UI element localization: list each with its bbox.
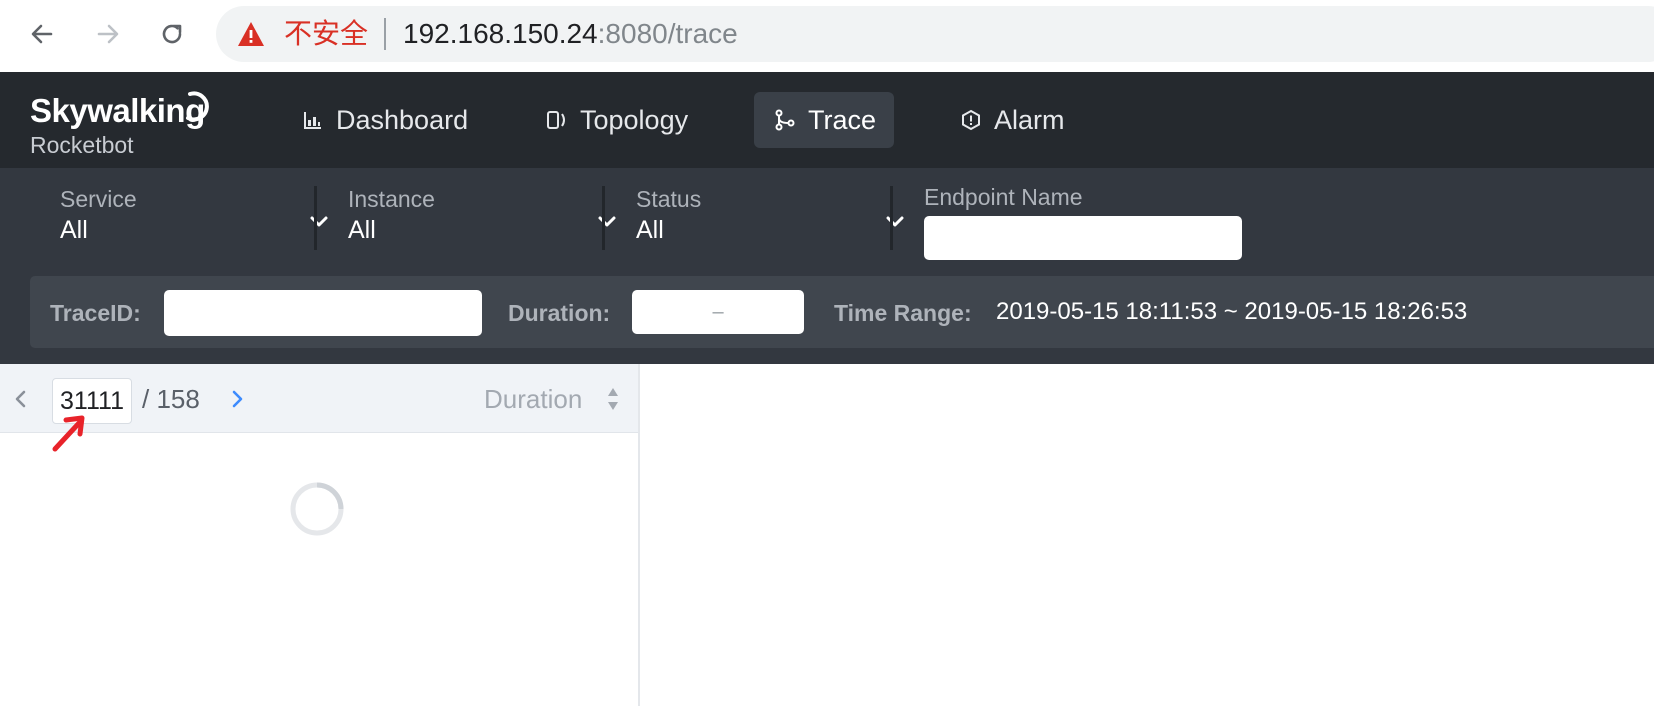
reload-button[interactable] bbox=[152, 14, 192, 54]
trace-icon bbox=[775, 109, 795, 131]
instance-label: Instance bbox=[348, 186, 435, 212]
alarm-icon bbox=[962, 109, 980, 131]
chart-icon bbox=[304, 112, 321, 129]
time-range-label: Time Range: bbox=[834, 300, 972, 326]
nav-dashboard-label: Dashboard bbox=[336, 104, 469, 135]
annotation-arrow-icon bbox=[52, 415, 85, 452]
next-page-icon[interactable] bbox=[228, 388, 246, 410]
filter-divider bbox=[890, 186, 893, 250]
instance-select[interactable]: Instance All bbox=[348, 186, 618, 250]
warning-icon bbox=[238, 22, 264, 46]
reload-icon bbox=[162, 24, 182, 44]
time-range-value[interactable]: 2019-05-15 18:11:53 ~ 2019-05-15 18:26:5… bbox=[996, 298, 1467, 326]
endpoint-name-input[interactable] bbox=[924, 216, 1242, 260]
logo-subtitle: Rocketbot bbox=[30, 132, 134, 158]
back-button[interactable] bbox=[22, 14, 62, 54]
endpoint-name-label: Endpoint Name bbox=[924, 184, 1083, 210]
logo-moon-icon bbox=[186, 91, 209, 122]
chevron-down-icon bbox=[310, 216, 328, 227]
forward-arrow-icon bbox=[97, 24, 119, 44]
status-select[interactable]: Status All bbox=[636, 186, 906, 250]
nav-topology-label: Topology bbox=[580, 104, 689, 135]
sort-duration-label[interactable]: Duration bbox=[484, 384, 582, 415]
trace-detail-pane bbox=[640, 364, 1654, 706]
nav-trace[interactable]: Trace bbox=[754, 92, 895, 148]
duration-separator: – bbox=[712, 300, 724, 323]
insecure-label[interactable]: 不安全 bbox=[284, 14, 368, 54]
status-label: Status bbox=[636, 186, 702, 212]
url-divider bbox=[384, 18, 386, 50]
duration-range-input[interactable]: – bbox=[632, 290, 804, 334]
duration-label: Duration: bbox=[508, 300, 611, 326]
nav-trace-label: Trace bbox=[808, 104, 877, 135]
url-text[interactable]: 192.168.150.24:8080/trace bbox=[403, 14, 738, 54]
nav-dashboard[interactable]: Dashboard bbox=[302, 92, 468, 148]
nav-alarm[interactable]: Alarm bbox=[960, 92, 1065, 148]
url-path: :8080/trace bbox=[597, 18, 738, 49]
service-label: Service bbox=[60, 186, 137, 212]
logo-title: Skywalking bbox=[30, 92, 205, 129]
chevron-down-icon bbox=[886, 216, 904, 227]
instance-value: All bbox=[348, 216, 376, 244]
back-arrow-icon bbox=[31, 24, 53, 44]
filter-divider bbox=[602, 186, 605, 250]
page-total: / 158 bbox=[142, 384, 200, 414]
sort-icon[interactable] bbox=[606, 384, 620, 414]
service-value: All bbox=[60, 216, 88, 244]
forward-button[interactable] bbox=[88, 14, 128, 54]
traceid-input[interactable] bbox=[164, 290, 482, 336]
filter-divider bbox=[314, 186, 317, 250]
traceid-label: TraceID: bbox=[50, 300, 141, 326]
topology-icon bbox=[547, 111, 565, 129]
url-host: 192.168.150.24 bbox=[403, 18, 598, 49]
service-select[interactable]: Service All bbox=[60, 186, 330, 250]
status-value: All bbox=[636, 216, 664, 244]
chevron-down-icon bbox=[598, 216, 616, 227]
loading-spinner-icon bbox=[290, 482, 344, 536]
nav-topology[interactable]: Topology bbox=[546, 92, 688, 148]
nav-alarm-label: Alarm bbox=[994, 104, 1065, 135]
prev-page-icon[interactable] bbox=[12, 388, 30, 410]
